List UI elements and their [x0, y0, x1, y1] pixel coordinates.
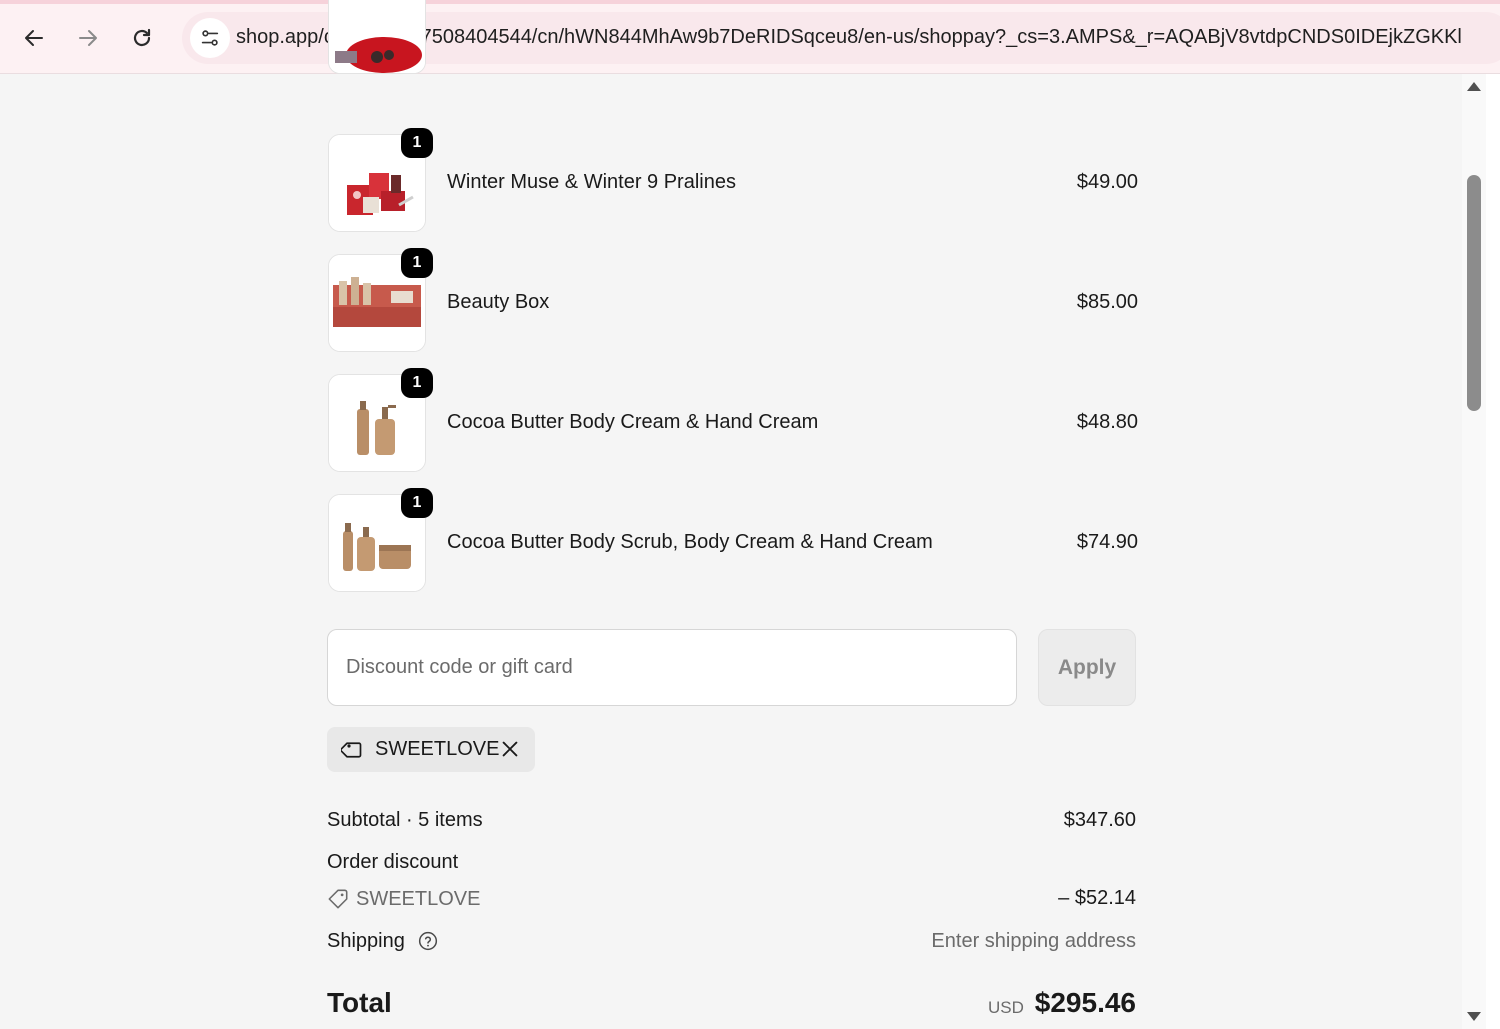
scroll-down-arrow-icon[interactable] [1467, 1012, 1481, 1021]
forward-button[interactable] [72, 22, 104, 54]
arrow-left-icon [25, 30, 43, 46]
reload-button[interactable] [126, 22, 158, 54]
scroll-up-arrow-icon[interactable] [1467, 82, 1481, 91]
tune-icon [201, 30, 219, 46]
total-currency: USD [988, 998, 1024, 1017]
item-price: $49.00 [1076, 171, 1138, 193]
page-scrollbar[interactable] [1462, 74, 1486, 1029]
help-icon[interactable] [418, 931, 438, 951]
total-label: Total [327, 987, 392, 1018]
total-value: $295.46 [1034, 987, 1136, 1018]
order-discount-code: SWEETLOVE [327, 886, 480, 912]
line-item: 1 Winter Muse & Winter 9 Pralines $49.00 [328, 128, 1138, 232]
scroll-thumb[interactable] [1467, 175, 1481, 411]
item-price: $85.00 [1076, 291, 1138, 313]
line-item-partial [328, 0, 1138, 74]
item-name: Beauty Box [447, 291, 550, 313]
applied-discount-code: SWEETLOVE [375, 738, 500, 760]
item-price: $48.80 [1076, 411, 1138, 433]
order-discount-code-text: SWEETLOVE [356, 887, 481, 910]
reload-icon [133, 28, 151, 47]
order-discount-label: Order discount [327, 851, 459, 873]
item-name: Cocoa Butter Body Cream & Hand Cream [447, 411, 819, 433]
quantity-badge: 1 [401, 488, 433, 518]
discount-code-input[interactable] [327, 629, 1017, 706]
order-discount-value: – $52.14 [1058, 887, 1136, 909]
remove-discount-icon[interactable] [499, 738, 521, 760]
shipping-label: Shipping [327, 930, 405, 952]
quantity-badge: 1 [401, 128, 433, 158]
apply-discount-button[interactable]: Apply [1038, 629, 1136, 706]
line-item: 1 Cocoa Butter Body Scrub, Body Cream & … [328, 488, 1138, 592]
window-edge [1486, 74, 1500, 1029]
subtotal-label: Subtotal · 5 items [327, 809, 483, 831]
item-name: Winter Muse & Winter 9 Pralines [447, 171, 736, 193]
line-item: 1 Beauty Box $85.00 [328, 248, 1138, 352]
subtotal-value: $347.60 [1063, 809, 1136, 831]
tag-icon [328, 889, 348, 909]
site-info-button[interactable] [190, 18, 230, 58]
item-name: Cocoa Butter Body Scrub, Body Cream & Ha… [447, 531, 933, 553]
back-button[interactable] [18, 22, 50, 54]
shipping-value: Enter shipping address [931, 930, 1136, 952]
quantity-badge: 1 [401, 368, 433, 398]
product-thumbnail [328, 0, 426, 74]
item-price: $74.90 [1076, 531, 1138, 553]
applied-discount-chip: SWEETLOVE [327, 727, 535, 772]
arrow-right-icon [79, 30, 97, 46]
tag-icon [341, 742, 362, 758]
chocolate-box-image-icon [329, 0, 425, 73]
quantity-badge: 1 [401, 248, 433, 278]
line-item: 1 Cocoa Butter Body Cream & Hand Cream $… [328, 368, 1138, 472]
